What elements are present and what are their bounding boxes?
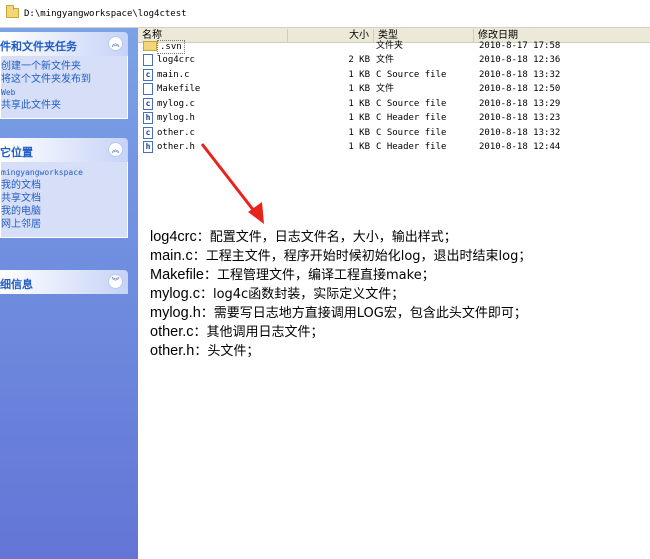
file-type: 文件夹: [376, 41, 404, 51]
file-tasks-header[interactable]: 件和文件夹任务 ︽: [0, 32, 128, 56]
place-shared-documents[interactable]: 共享文档: [1, 192, 127, 205]
file-tasks-panel: 件和文件夹任务 ︽ 创建一个新文件夹 将这个文件夹发布到 Web 共享此文件夹: [0, 32, 128, 119]
file-row[interactable]: c main.c 1 KB C Source file 2010-8-18 13…: [138, 68, 650, 82]
file-icon: [143, 83, 153, 95]
file-size: 1 KB: [348, 128, 370, 138]
file-row[interactable]: c mylog.c 1 KB C Source file 2010-8-18 1…: [138, 97, 650, 111]
file-date: 2010-8-18 13:23: [479, 113, 561, 123]
task-publish-web-cont[interactable]: Web: [1, 86, 127, 99]
h-header-icon: h: [143, 112, 153, 124]
file-row[interactable]: log4crc 2 KB 文件 2010-8-18 12:36: [138, 53, 650, 67]
file-row[interactable]: Makefile 1 KB 文件 2010-8-18 12:50: [138, 82, 650, 96]
place-network[interactable]: 网上邻居: [1, 218, 127, 231]
file-date: 2010-8-18 13:29: [479, 99, 561, 109]
c-source-icon: c: [143, 127, 153, 139]
file-name: other.h: [157, 142, 195, 152]
panel-title: 细信息: [0, 279, 33, 291]
file-size: 1 KB: [348, 70, 370, 80]
file-row[interactable]: c other.c 1 KB C Source file 2010-8-18 1…: [138, 126, 650, 140]
file-type: 文件: [376, 55, 395, 65]
address-bar[interactable]: D:\mingyangworkspace\log4ctest: [0, 0, 650, 28]
c-source-icon: c: [143, 98, 153, 110]
file-name: log4crc: [157, 55, 195, 65]
other-places-panel: 它位置 ︽ mingyangworkspace 我的文档 共享文档 我的电脑 网…: [0, 138, 128, 238]
collapse-icon[interactable]: ︽: [108, 36, 123, 51]
file-row[interactable]: .svn 文件夹 2010-8-17 17:58: [138, 39, 650, 54]
panel-title: 件和文件夹任务: [0, 41, 77, 53]
file-date: 2010-8-17 17:58: [479, 41, 561, 51]
collapse-icon[interactable]: ︽: [108, 142, 123, 157]
file-name: other.c: [157, 128, 195, 138]
red-arrow-annotation: [200, 143, 264, 224]
h-header-icon: h: [143, 141, 153, 153]
expand-icon[interactable]: ︾: [108, 274, 123, 289]
place-my-documents[interactable]: 我的文档: [1, 179, 127, 192]
panel-title: 它位置: [0, 147, 33, 159]
folder-icon: [143, 41, 157, 51]
file-size: 1 KB: [348, 84, 370, 94]
file-type: C Header file: [376, 113, 447, 123]
folder-icon: [6, 5, 19, 18]
file-date: 2010-8-18 13:32: [479, 70, 561, 80]
note-main-c: main.c：工程主文件，程序开始时候初始化log，退出时结束log；: [150, 248, 532, 264]
file-type: C Source file: [376, 128, 447, 138]
note-log4crc: log4crc：配置文件，日志文件名，大小，输出样式；: [150, 229, 457, 245]
file-date: 2010-8-18 13:32: [479, 128, 561, 138]
c-source-icon: c: [143, 69, 153, 81]
note-other-c: other.c：其他调用日志文件；: [150, 324, 324, 340]
file-type: 文件: [376, 84, 395, 94]
file-icon: [143, 54, 153, 66]
file-descriptions: log4crc：配置文件，日志文件名，大小，输出样式； main.c：工程主文件…: [150, 228, 531, 361]
arrow-shaft: [200, 143, 260, 217]
task-share-folder[interactable]: 共享此文件夹: [1, 99, 127, 112]
details-header[interactable]: 细信息 ︾: [0, 270, 128, 294]
task-new-folder[interactable]: 创建一个新文件夹: [1, 60, 127, 73]
place-mingyangworkspace[interactable]: mingyangworkspace: [1, 166, 127, 179]
file-name: main.c: [157, 70, 190, 80]
file-date: 2010-8-18 12:36: [479, 55, 561, 65]
note-mylog-c: mylog.c：log4c函数封装，实际定义文件；: [150, 286, 405, 302]
task-publish-web[interactable]: 将这个文件夹发布到: [1, 73, 127, 86]
file-name: mylog.c: [157, 99, 195, 109]
note-other-h: other.h：头文件；: [150, 343, 260, 359]
file-size: 1 KB: [348, 99, 370, 109]
file-name: .svn: [157, 40, 185, 54]
address-path[interactable]: D:\mingyangworkspace\log4ctest: [24, 9, 187, 19]
file-date: 2010-8-18 12:44: [479, 142, 561, 152]
place-my-computer[interactable]: 我的电脑: [1, 205, 127, 218]
other-places-header[interactable]: 它位置 ︽: [0, 138, 128, 162]
file-type: C Source file: [376, 99, 447, 109]
file-type: C Source file: [376, 70, 447, 80]
details-panel: 细信息 ︾: [0, 270, 128, 294]
file-row[interactable]: h mylog.h 1 KB C Header file 2010-8-18 1…: [138, 111, 650, 125]
task-pane: 件和文件夹任务 ︽ 创建一个新文件夹 将这个文件夹发布到 Web 共享此文件夹 …: [0, 28, 138, 559]
file-date: 2010-8-18 12:50: [479, 84, 561, 94]
file-name: mylog.h: [157, 113, 195, 123]
file-name: Makefile: [157, 84, 201, 94]
file-size: 1 KB: [348, 113, 370, 123]
file-size: 2 KB: [348, 55, 370, 65]
file-type: C Header file: [376, 142, 447, 152]
note-makefile: Makefile：工程管理文件，编译工程直接make；: [150, 267, 435, 283]
file-size: 1 KB: [348, 142, 370, 152]
note-mylog-h: mylog.h：需要写日志地方直接调用LOG宏，包含此头文件即可；: [150, 305, 527, 321]
